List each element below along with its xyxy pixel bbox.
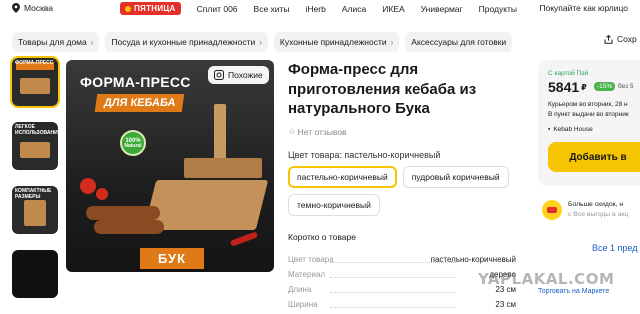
add-to-cart-button[interactable]: Добавить в	[548, 142, 640, 172]
top-nav: ПЯТНИЦА Сплит 006 Все хиты iHerb Алиса И…	[120, 2, 533, 15]
breadcrumb-item[interactable]: Кухонные принадлежности ›	[273, 32, 400, 52]
reviews-link[interactable]: ☆ Нет отзывов	[288, 126, 347, 137]
save-button[interactable]: Сохр	[604, 34, 637, 44]
nav-link-univermag[interactable]: Универмаг	[421, 4, 463, 14]
discount-badge: -15%	[594, 82, 616, 91]
nav-link-split[interactable]: Сплит 006	[197, 4, 238, 14]
lens-search-icon	[214, 70, 224, 80]
tomato	[80, 178, 96, 194]
breadcrumb-item[interactable]: Аксессуары для готовки	[405, 32, 513, 52]
nav-link-hits[interactable]: Все хиты	[254, 4, 290, 14]
product-main-image[interactable]: ФОРМА-ПРЕСС ДЛЯ КЕБАБА 100% Natural БУК	[66, 60, 274, 272]
natural-badge: 100% Natural	[120, 130, 146, 156]
location-label: Москва	[24, 3, 54, 13]
old-price: без 5	[618, 83, 634, 90]
thumbnail-4[interactable]	[12, 250, 58, 298]
color-option-pastel-brown[interactable]: пастельно-коричневый	[288, 166, 397, 188]
similar-button[interactable]: Похожие	[208, 66, 269, 84]
color-label: Цвет товара: пастельно-коричневый	[288, 150, 441, 160]
watermark: YAPLAKAL.COM	[478, 270, 615, 288]
location-selector[interactable]: Москва	[12, 3, 53, 13]
all-offers-link[interactable]: Все 1 пред	[592, 243, 637, 253]
thumbnail-list: ФОРМА-ПРЕСС ЛЕГКОЕ ИСПОЛЬЗОВАНИЕ КОМПАКТ…	[10, 56, 60, 314]
top-bar: Москва ПЯТНИЦА Сплит 006 Все хиты iHerb …	[0, 0, 640, 20]
breadcrumb-item[interactable]: Посуда и кухонные принадлежности ›	[105, 32, 268, 52]
breadcrumb: Товары для дома › Посуда и кухонные прина…	[12, 32, 513, 52]
color-options: пастельно-коричневый пудровый коричневый…	[288, 166, 528, 216]
nav-link-products[interactable]: Продукты	[479, 4, 517, 14]
thumbnail-2[interactable]: ЛЕГКОЕ ИСПОЛЬЗОВАНИЕ	[12, 122, 58, 170]
product-title: Форма-пресс для приготовления кебаба из …	[288, 61, 477, 117]
brand-badge[interactable]: ПЯТНИЦА	[120, 2, 181, 15]
chili-pepper	[229, 231, 259, 247]
shop-icon: ▪	[548, 126, 551, 133]
leaf-icon	[125, 5, 131, 12]
color-option-dark-brown[interactable]: темно-коричневый	[288, 194, 380, 216]
breadcrumb-item[interactable]: Товары для дома ›	[12, 32, 100, 52]
delivery-info: Курьером во вторник, 28 н В пункт выдачи…	[548, 101, 629, 118]
press-handle	[214, 104, 226, 164]
buy-box: С картой Пэй 5841 ₽ -15% без 5 Курьером в…	[538, 60, 640, 186]
promo-banner[interactable]: Больше скидок, н с Все выгоды в акц	[542, 200, 640, 220]
price: 5841 ₽	[548, 79, 587, 95]
share-icon	[604, 34, 613, 44]
color-option-powder-brown[interactable]: пудровый коричневый	[402, 166, 509, 188]
nav-link-ikea[interactable]: ИКЕА	[382, 4, 404, 14]
chevron-right-icon: ›	[390, 37, 394, 47]
sell-on-market-link[interactable]: Торговать на Маркете	[538, 288, 609, 295]
location-pin-icon	[12, 3, 20, 13]
gift-icon	[542, 200, 562, 220]
nav-link-iherb[interactable]: iHerb	[306, 4, 326, 14]
card-price-label: С картой Пэй	[548, 70, 589, 77]
thumbnail-1[interactable]: ФОРМА-ПРЕСС	[10, 56, 60, 108]
seller-link[interactable]: ▪ Kebab House	[548, 126, 593, 133]
spec-row: Цвет товара пастельно-коричневый	[288, 255, 516, 264]
thumbnail-3[interactable]: КОМПАКТНЫЕ РАЗМЕРЫ	[12, 186, 58, 234]
hero-subtitle: ДЛЯ КЕБАБА	[94, 94, 185, 112]
chevron-right-icon: ›	[90, 37, 94, 47]
chevron-right-icon: ›	[259, 37, 262, 47]
star-icon: ☆	[288, 126, 296, 136]
hero-title: ФОРМА-ПРЕСС	[80, 74, 191, 90]
nav-link-alisa[interactable]: Алиса	[342, 4, 366, 14]
hero-material-label: БУК	[140, 248, 205, 269]
business-link[interactable]: Покупайте как юрлицо	[539, 3, 628, 13]
about-heading: Коротко о товаре	[288, 232, 356, 242]
